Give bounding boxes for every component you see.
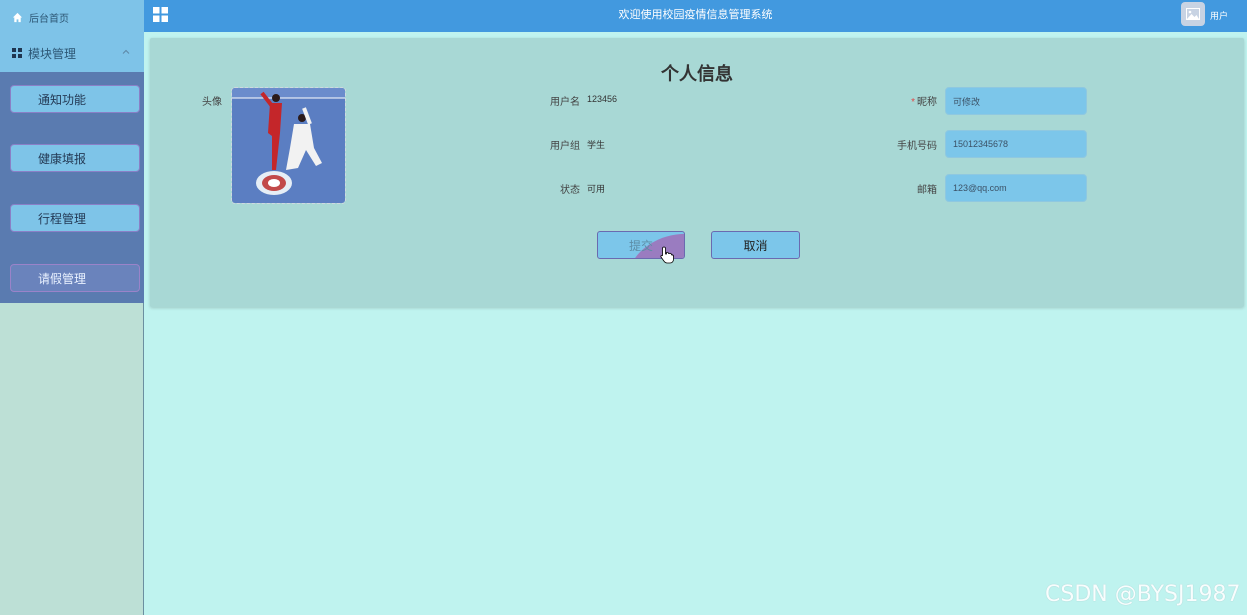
status-value: 可用 xyxy=(587,184,606,194)
nickname-label: * 昵称 xyxy=(880,93,937,108)
hand-cursor-icon xyxy=(660,246,674,264)
phone-input[interactable]: 15012345678 xyxy=(945,130,1087,158)
app-title: 欢迎使用校园疫情信息管理系统 xyxy=(618,9,773,21)
chevron-up-icon[interactable] xyxy=(121,47,131,57)
grid-icon xyxy=(12,48,22,58)
page-title: 个人信息 xyxy=(661,64,733,84)
sidebar-module-label: 模块管理 xyxy=(28,46,77,61)
sidebar-item-label: 行程管理 xyxy=(38,211,87,226)
avatar-label: 头像 xyxy=(202,97,222,108)
sidebar-item-label: 请假管理 xyxy=(38,271,87,286)
phone-label: 手机号码 xyxy=(897,141,937,152)
status-label: 状态 xyxy=(560,185,580,196)
sidebar-item-label: 健康填报 xyxy=(38,151,87,166)
cancel-button[interactable]: 取消 xyxy=(711,231,800,259)
sidebar-item-notice[interactable]: 通知功能 xyxy=(10,85,140,113)
user-avatar[interactable] xyxy=(1181,2,1205,26)
username-label: 用户名 xyxy=(550,97,580,108)
user-label[interactable]: 用户 xyxy=(1210,9,1228,22)
nickname-label-text: 昵称 xyxy=(917,97,937,108)
sidebar-item-trip[interactable]: 行程管理 xyxy=(10,204,140,232)
required-marker: * xyxy=(911,97,915,108)
username-value: 123456 xyxy=(587,94,618,104)
profile-panel: 个人信息 头像 用户名 123456 用户组 学生 状态 可用 * 昵称 可修改 … xyxy=(150,38,1244,307)
sidebar-item-leave[interactable]: 请假管理 xyxy=(10,264,140,292)
email-label: 邮箱 xyxy=(917,185,937,196)
avatar-photo xyxy=(232,88,345,203)
group-value: 学生 xyxy=(587,140,606,150)
email-value: 123@qq.com xyxy=(953,183,1007,193)
submit-label: 提交 xyxy=(628,238,653,253)
sidebar-item-health[interactable]: 健康填报 xyxy=(10,144,140,172)
watermark: CSDN @BYSJ1987 xyxy=(1045,582,1241,607)
group-label: 用户组 xyxy=(550,141,580,152)
phone-value: 15012345678 xyxy=(953,139,1009,149)
sidebar: 后台首页 模块管理 通知功能 健康填报 行程管理 请假管理 xyxy=(0,0,144,615)
sidebar-home-label: 后台首页 xyxy=(29,13,69,25)
sidebar-menu: 通知功能 健康填报 行程管理 请假管理 xyxy=(0,72,144,303)
nickname-placeholder: 可修改 xyxy=(953,96,981,107)
sidebar-home[interactable]: 后台首页 xyxy=(0,0,144,34)
email-input[interactable]: 123@qq.com xyxy=(945,174,1087,202)
nickname-input[interactable]: 可修改 xyxy=(945,87,1087,115)
home-icon xyxy=(12,12,23,22)
top-header: 欢迎使用校园疫情信息管理系统 用户 xyxy=(144,0,1247,32)
sidebar-module-header[interactable]: 模块管理 xyxy=(0,34,144,72)
image-icon xyxy=(1186,8,1200,20)
avatar-upload[interactable] xyxy=(231,87,346,204)
cancel-label: 取消 xyxy=(743,238,768,253)
sidebar-item-label: 通知功能 xyxy=(38,92,87,107)
